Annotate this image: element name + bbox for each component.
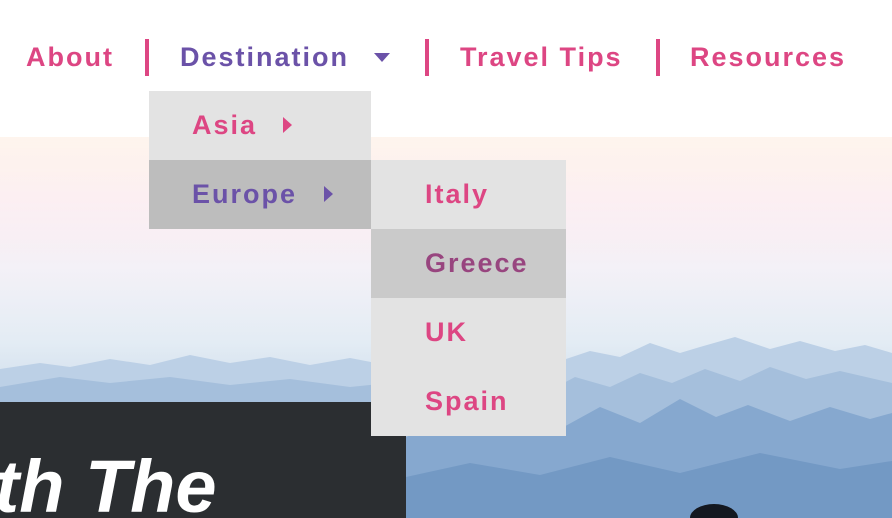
submenu-item-label: UK xyxy=(425,317,468,347)
chevron-right-icon xyxy=(283,117,292,133)
hero-heading: ith The xyxy=(0,445,217,518)
submenu-item-spain[interactable]: Spain xyxy=(371,367,566,436)
submenu-item-label: Greece xyxy=(425,248,529,278)
submenu-item-greece[interactable]: Greece xyxy=(371,229,566,298)
chevron-down-icon[interactable] xyxy=(374,53,390,62)
submenu-item-label: Italy xyxy=(425,179,490,209)
dropdown-item-label: Asia xyxy=(192,110,258,140)
nav-divider xyxy=(145,39,149,76)
dropdown-item-label: Europe xyxy=(192,179,298,209)
submenu-item-label: Spain xyxy=(425,386,509,416)
main-navigation: About Destination Travel Tips Resources xyxy=(0,0,892,112)
destination-dropdown: Asia Europe xyxy=(149,91,371,229)
nav-travel-tips[interactable]: Travel Tips xyxy=(460,39,623,75)
dropdown-item-asia[interactable]: Asia xyxy=(149,91,371,160)
europe-submenu: Italy Greece UK Spain xyxy=(371,160,566,436)
nav-resources[interactable]: Resources xyxy=(690,39,846,75)
submenu-item-uk[interactable]: UK xyxy=(371,298,566,367)
submenu-item-italy[interactable]: Italy xyxy=(371,160,566,229)
dropdown-item-europe[interactable]: Europe xyxy=(149,160,371,229)
nav-destination[interactable]: Destination xyxy=(180,39,349,75)
chevron-right-icon xyxy=(324,186,333,202)
nav-divider xyxy=(425,39,429,76)
nav-divider xyxy=(656,39,660,76)
nav-about[interactable]: About xyxy=(26,39,114,75)
